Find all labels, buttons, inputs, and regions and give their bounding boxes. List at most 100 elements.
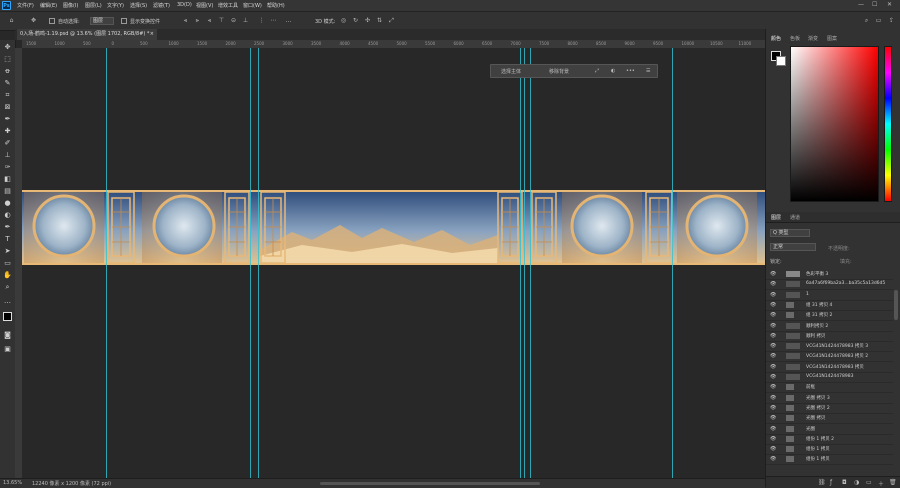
visibility-eye-icon[interactable]: 👁 — [770, 384, 776, 390]
3d-orbit-icon[interactable]: ◎ — [340, 17, 347, 24]
3d-slide-icon[interactable]: ⇅ — [376, 17, 383, 24]
visibility-eye-icon[interactable]: 👁 — [770, 364, 776, 370]
tab-channels[interactable]: 通道 — [790, 214, 800, 221]
menu-window[interactable]: 窗口(W) — [243, 2, 262, 9]
new-adjustment-icon[interactable]: ◑ — [854, 479, 859, 486]
layers-scrollbar[interactable] — [894, 290, 898, 320]
menu-view[interactable]: 视图(V) — [196, 2, 213, 9]
guide-line[interactable] — [258, 48, 259, 478]
share-icon[interactable]: ⇪ — [888, 17, 895, 24]
blend-mode-dropdown[interactable]: 正常 — [770, 243, 816, 251]
visibility-eye-icon[interactable]: 👁 — [770, 333, 776, 339]
visibility-eye-icon[interactable]: 👁 — [770, 405, 776, 411]
eyedropper-tool-icon[interactable]: ✒ — [3, 115, 12, 124]
remove-background-button[interactable]: 移除背景 — [549, 68, 569, 75]
blur-tool-icon[interactable]: ● — [3, 199, 12, 208]
quick-select-tool-icon[interactable]: ✎ — [3, 79, 12, 88]
menu-edit[interactable]: 编辑(E) — [40, 2, 57, 9]
hue-slider[interactable] — [884, 46, 892, 202]
more-tools-icon[interactable]: … — [3, 297, 12, 306]
hand-tool-icon[interactable]: ✋ — [3, 271, 12, 280]
search-icon[interactable]: ⌕ — [863, 17, 870, 24]
zoom-level[interactable]: 13.65% — [3, 480, 22, 486]
dodge-tool-icon[interactable]: ◐ — [3, 211, 12, 220]
layer-filter-dropdown[interactable]: Q 类型 — [770, 229, 810, 237]
menu-file[interactable]: 文件(F) — [17, 2, 34, 9]
crop-tool-icon[interactable]: ⌗ — [3, 91, 12, 100]
visibility-eye-icon[interactable]: 👁 — [770, 415, 776, 421]
guide-line[interactable] — [250, 48, 251, 478]
visibility-eye-icon[interactable]: 👁 — [770, 302, 776, 308]
zoom-tool-icon[interactable]: ⌕ — [3, 283, 12, 292]
menu-layer[interactable]: 图层(L) — [85, 2, 102, 9]
foreground-color-swatch[interactable] — [3, 312, 12, 321]
distribute-h-icon[interactable]: ⋯ — [270, 17, 277, 24]
visibility-eye-icon[interactable]: 👁 — [770, 323, 776, 329]
color-picker-field[interactable] — [790, 46, 879, 202]
auto-select-dropdown[interactable]: 图层 — [90, 17, 114, 25]
marquee-tool-icon[interactable]: ⬚ — [3, 55, 12, 64]
move-tool-icon[interactable]: ✥ — [3, 43, 12, 52]
visibility-eye-icon[interactable]: 👁 — [770, 353, 776, 359]
gradient-tool-icon[interactable]: ▤ — [3, 187, 12, 196]
add-mask-icon[interactable]: ◘ — [842, 479, 847, 486]
guide-line[interactable] — [672, 48, 673, 478]
align-left-icon[interactable]: ⫷ — [182, 17, 189, 24]
document-tab-close-icon[interactable]: × — [150, 29, 154, 40]
menu-image[interactable]: 图像(I) — [63, 2, 78, 9]
healing-brush-icon[interactable]: ✚ — [3, 127, 12, 136]
layer-style-icon[interactable]: ƒ — [830, 479, 832, 486]
delete-layer-icon[interactable]: 🗑 — [889, 479, 897, 486]
layer-row[interactable]: 👁 组份 1 拷贝 — [766, 454, 893, 466]
visibility-eye-icon[interactable]: 👁 — [770, 395, 776, 401]
horizontal-scrollbar[interactable] — [320, 482, 540, 485]
tab-swatches[interactable]: 色板 — [790, 35, 800, 42]
maximize-button[interactable]: ☐ — [872, 1, 877, 8]
menu-help[interactable]: 帮助(H) — [267, 2, 285, 9]
select-subject-button[interactable]: 选择主体 — [501, 68, 521, 75]
home-icon[interactable]: ⌂ — [8, 17, 15, 24]
background-color-swatch[interactable] — [776, 56, 786, 66]
eraser-tool-icon[interactable]: ◧ — [3, 175, 12, 184]
align-top-icon[interactable]: ⊤ — [218, 17, 225, 24]
new-group-icon[interactable]: ▭ — [866, 479, 872, 486]
visibility-eye-icon[interactable]: 👁 — [770, 343, 776, 349]
rectangle-tool-icon[interactable]: ▭ — [3, 259, 12, 268]
tab-layers[interactable]: 图层 — [771, 214, 781, 221]
menu-type[interactable]: 文字(Y) — [107, 2, 124, 9]
workspace-icon[interactable]: ▭ — [875, 17, 882, 24]
menu-select[interactable]: 选择(S) — [130, 2, 147, 9]
brush-tool-icon[interactable]: ✐ — [3, 139, 12, 148]
menu-filter[interactable]: 滤镜(T) — [153, 2, 170, 9]
more-options-icon[interactable]: … — [285, 17, 292, 24]
visibility-eye-icon[interactable]: 👁 — [770, 436, 776, 442]
distribute-icon[interactable]: ⋮ — [258, 17, 265, 24]
more-options-button[interactable]: ••• — [626, 68, 635, 74]
3d-pan-icon[interactable]: ✣ — [364, 17, 371, 24]
guide-line[interactable] — [530, 48, 531, 478]
lasso-tool-icon[interactable]: ꝋ — [3, 67, 12, 76]
history-brush-icon[interactable]: ✑ — [3, 163, 12, 172]
quick-mask-icon[interactable]: ◙ — [3, 331, 12, 340]
adjust-icon[interactable]: ◐ — [611, 68, 615, 74]
3d-scale-icon[interactable]: ⤢ — [388, 17, 395, 24]
document-tab[interactable]: 0入场-鹤鸣-1.19.psd @ 13.6% (图层 1702, RGB/8#… — [17, 29, 157, 40]
show-transform-checkbox[interactable] — [121, 18, 127, 24]
canvas-area[interactable]: 选择主体 移除背景 ⤢ ◐ ••• ☰ — [22, 48, 765, 478]
close-window-button[interactable]: ✕ — [887, 1, 892, 8]
guide-line[interactable] — [524, 48, 525, 478]
3d-roll-icon[interactable]: ↻ — [352, 17, 359, 24]
tab-color[interactable]: 颜色 — [771, 35, 781, 42]
guide-line[interactable] — [106, 48, 107, 478]
align-middle-icon[interactable]: ⊝ — [230, 17, 237, 24]
type-tool-icon[interactable]: T — [3, 235, 12, 244]
link-layers-icon[interactable]: ⛓ — [818, 479, 826, 486]
visibility-eye-icon[interactable]: 👁 — [770, 456, 776, 462]
visibility-eye-icon[interactable]: 👁 — [770, 271, 776, 277]
align-right-icon[interactable]: ⫷ — [206, 17, 213, 24]
menu-3d[interactable]: 3D(D) — [177, 2, 192, 8]
visibility-eye-icon[interactable]: 👁 — [770, 374, 776, 380]
move-tool-icon[interactable]: ✥ — [30, 17, 37, 24]
guide-line[interactable] — [520, 48, 521, 478]
visibility-eye-icon[interactable]: 👁 — [770, 426, 776, 432]
